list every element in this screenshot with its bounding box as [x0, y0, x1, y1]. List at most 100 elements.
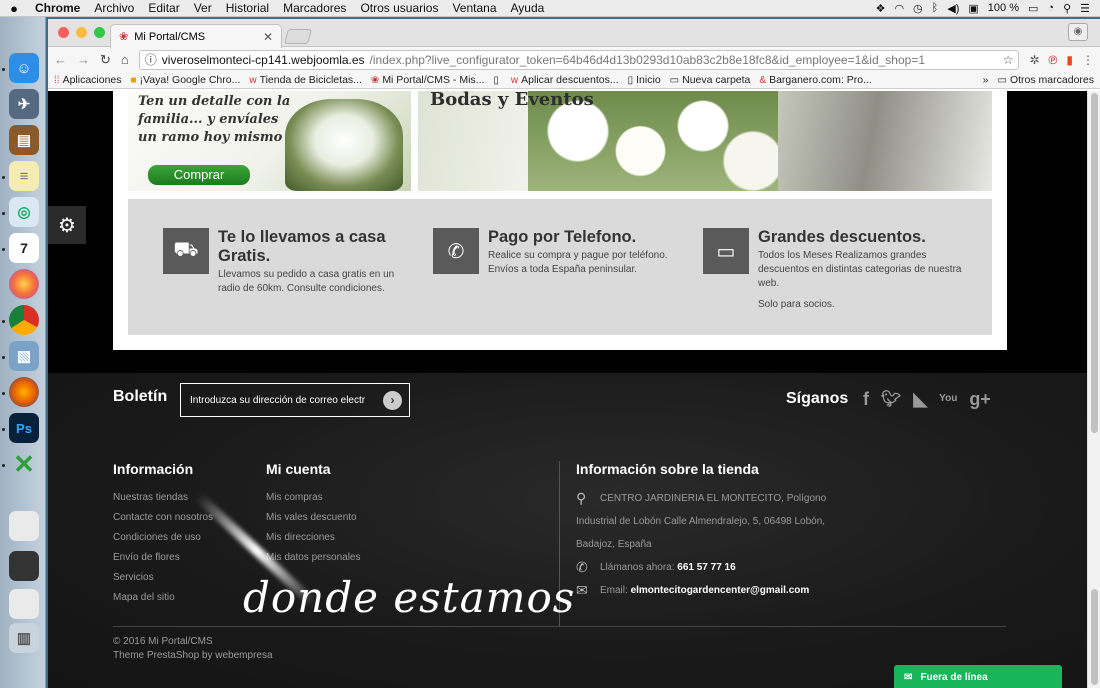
menu-ver[interactable]: Ver — [187, 1, 219, 15]
screen-stack-icon[interactable] — [9, 551, 39, 581]
phone-number[interactable]: 661 57 77 16 — [677, 562, 735, 573]
theme-credit: Theme PrestaShop by webempresa — [113, 650, 273, 661]
volume-icon[interactable]: ◀) — [947, 2, 959, 15]
bookmark-item[interactable]: w Tienda de Bicicletas... — [249, 74, 362, 86]
favicon-icon: ■ — [130, 74, 137, 86]
tab-active[interactable]: ❀ Mi Portal/CMS ✕ — [110, 24, 282, 48]
newsletter-placeholder: Introduzca su dirección de correo electr — [190, 394, 366, 406]
live-chat-button[interactable]: ✉ Fuera de línea — [894, 665, 1062, 688]
trash-icon[interactable]: ▥ — [9, 623, 39, 653]
address-bar[interactable]: ⓘ viveroselmonteci-cp141.webjoomla.es/in… — [138, 49, 1020, 70]
bookmark-star-icon[interactable]: ☆ — [1003, 53, 1014, 67]
document-stack-icon[interactable] — [9, 511, 39, 541]
page-scrollbar[interactable] — [1087, 91, 1100, 688]
bookmarks-overflow[interactable]: » — [983, 74, 989, 86]
bluetooth-icon[interactable]: ᛒ — [932, 2, 939, 14]
extension-icon[interactable]: ✲ — [1029, 53, 1039, 67]
info-icon[interactable]: ⓘ — [145, 51, 157, 68]
bookmark-item[interactable]: ▯ — [493, 75, 502, 86]
menu-editar[interactable]: Editar — [141, 1, 186, 15]
scrollbar-thumb[interactable] — [1091, 589, 1098, 685]
downloads-stack-icon[interactable] — [9, 589, 39, 619]
back-icon[interactable]: ← — [54, 52, 67, 67]
youtube-icon[interactable]: You — [939, 389, 957, 410]
banner-weddings[interactable]: Bodas y Eventos — [418, 91, 992, 191]
timemachine-icon[interactable]: ◷ — [913, 2, 923, 15]
newsletter-input[interactable]: Introduzca su dirección de correo electr… — [180, 383, 410, 417]
facebook-icon[interactable]: f — [863, 389, 869, 410]
photos-icon[interactable] — [9, 269, 39, 299]
link-mis-compras[interactable]: Mis compras — [266, 488, 361, 508]
input-source-icon[interactable]: ▣ — [968, 2, 978, 15]
forward-icon[interactable]: → — [77, 52, 90, 67]
menu-marcadores[interactable]: Marcadores — [276, 1, 353, 15]
link-mapa-sitio[interactable]: Mapa del sitio — [113, 588, 213, 608]
menu-app-chrome[interactable]: Chrome — [28, 1, 87, 15]
menu-ventana[interactable]: Ventana — [445, 1, 503, 15]
close-tab-icon[interactable]: ✕ — [263, 30, 273, 44]
bookmark-item[interactable]: ▭ Nueva carpeta — [670, 74, 751, 86]
reload-icon[interactable]: ↻ — [100, 52, 111, 68]
excel-icon[interactable]: ✕ — [9, 449, 39, 479]
email-address[interactable]: elmontecitogardencenter@gmail.com — [631, 585, 810, 596]
link-servicios[interactable]: Servicios — [113, 568, 213, 588]
address-line: Industrial de Lobón Calle Almendralejo, … — [576, 516, 826, 527]
finder-icon[interactable]: ☺ — [9, 53, 39, 83]
spotlight-icon[interactable]: ⚲ — [1063, 2, 1071, 15]
bookmark-label: Inicio — [636, 74, 661, 86]
chrome-icon[interactable] — [9, 305, 39, 335]
macos-menubar: ● Chrome Archivo Editar Ver Historial Ma… — [0, 0, 1100, 17]
link-mis-vales[interactable]: Mis vales descuento — [266, 508, 361, 528]
bookmark-apps[interactable]: ⁞⁞ Aplicaciones — [54, 74, 122, 86]
other-bookmarks[interactable]: ▭ Otros marcadores — [998, 74, 1094, 86]
social-links: f 🐦︎ ◣ You g+ — [863, 389, 991, 410]
bookmark-item[interactable]: ■ ¡Vaya! Google Chro... — [131, 74, 241, 86]
apple-menu-icon[interactable]: ● — [0, 1, 28, 16]
bookmark-item[interactable]: ❀ Mi Portal/CMS - Mis... — [371, 74, 484, 86]
notification-center-icon[interactable]: ☰ — [1080, 2, 1090, 15]
link-mis-direcciones[interactable]: Mis direcciones — [266, 528, 361, 548]
buy-button[interactable]: Comprar — [148, 165, 250, 185]
calendar-icon[interactable]: 7 — [9, 233, 39, 263]
menu-otros-usuarios[interactable]: Otros usuarios — [353, 1, 445, 15]
arrow-right-icon[interactable]: › — [383, 391, 402, 410]
link-contacte[interactable]: Contacte con nosotros — [113, 508, 213, 528]
preview-icon[interactable]: ▧ — [9, 341, 39, 371]
notes-icon[interactable]: ≡ — [9, 161, 39, 191]
link-envio-flores[interactable]: Envío de flores — [113, 548, 213, 568]
new-tab-button[interactable] — [283, 29, 313, 44]
home-icon[interactable]: ⌂ — [121, 52, 129, 67]
bookmark-item[interactable]: w Aplicar descuentos... — [511, 74, 619, 86]
battery-icon[interactable]: ▭ — [1028, 2, 1038, 15]
twitter-icon[interactable]: 🐦︎ — [881, 389, 901, 410]
clock-icon[interactable]: ◔ — [1047, 2, 1054, 14]
dropbox-icon[interactable]: ❖ — [876, 2, 886, 15]
banner-flowers[interactable]: Ten un detalle con la familia... y envía… — [128, 91, 411, 191]
menu-ayuda[interactable]: Ayuda — [504, 1, 552, 15]
menu-icon[interactable]: ⋮ — [1082, 53, 1094, 67]
bookmark-item[interactable]: ▯ Inicio — [628, 74, 661, 86]
menu-archivo[interactable]: Archivo — [87, 1, 141, 15]
contacts-icon[interactable]: ▤ — [9, 125, 39, 155]
link-condiciones[interactable]: Condiciones de uso — [113, 528, 213, 548]
googleplus-icon[interactable]: g+ — [969, 389, 991, 410]
configurator-gear-icon[interactable]: ⚙ — [48, 206, 86, 244]
bookmark-item[interactable]: & Barganero.com: Pro... — [759, 74, 871, 86]
firefox-icon[interactable] — [9, 377, 39, 407]
rss-icon[interactable]: ◣ — [913, 389, 927, 410]
footer-account-column: Mi cuenta Mis compras Mis vales descuent… — [266, 461, 361, 568]
pinterest-icon[interactable]: ℗ — [1049, 53, 1058, 67]
menu-historial[interactable]: Historial — [219, 1, 276, 15]
close-window-button[interactable] — [58, 27, 69, 38]
maps-icon[interactable]: ◎ — [9, 197, 39, 227]
profile-button[interactable]: ◉ — [1068, 23, 1088, 41]
office-icon[interactable]: ▮ — [1066, 53, 1073, 67]
zoom-window-button[interactable] — [94, 27, 105, 38]
minimize-window-button[interactable] — [76, 27, 87, 38]
site-footer: Boletín Introduzca su dirección de corre… — [48, 373, 1087, 688]
scrollbar-thumb[interactable] — [1091, 93, 1098, 433]
photoshop-icon[interactable]: Ps — [9, 413, 39, 443]
launchpad-icon[interactable]: ✈ — [9, 89, 39, 119]
wifi-icon[interactable]: ◠ — [894, 2, 904, 15]
running-indicator — [2, 356, 5, 359]
